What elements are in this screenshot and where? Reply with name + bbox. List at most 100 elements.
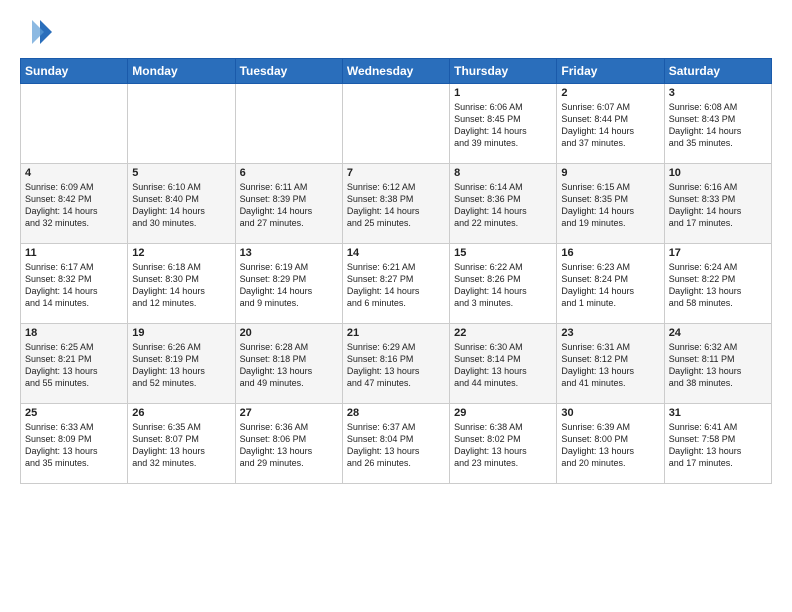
day-number: 27 [240,407,338,419]
day-number: 3 [669,87,767,99]
day-number: 8 [454,167,552,179]
calendar-week-row: 11 Sunrise: 6:17 AM Sunset: 8:32 PM Dayli… [21,244,772,324]
day-info: Sunrise: 6:09 AM Sunset: 8:42 PM Dayligh… [25,181,123,230]
day-number: 12 [132,247,230,259]
day-number: 4 [25,167,123,179]
calendar-cell [235,84,342,164]
day-info: Sunrise: 6:30 AM Sunset: 8:14 PM Dayligh… [454,341,552,390]
calendar-week-row: 1 Sunrise: 6:06 AM Sunset: 8:45 PM Daylig… [21,84,772,164]
calendar-cell: 7 Sunrise: 6:12 AM Sunset: 8:38 PM Daylig… [342,164,449,244]
day-number: 19 [132,327,230,339]
calendar-cell: 25 Sunrise: 6:33 AM Sunset: 8:09 PM Dayli… [21,404,128,484]
day-info: Sunrise: 6:22 AM Sunset: 8:26 PM Dayligh… [454,261,552,310]
day-info: Sunrise: 6:25 AM Sunset: 8:21 PM Dayligh… [25,341,123,390]
calendar-cell: 3 Sunrise: 6:08 AM Sunset: 8:43 PM Daylig… [664,84,771,164]
day-info: Sunrise: 6:15 AM Sunset: 8:35 PM Dayligh… [561,181,659,230]
calendar-cell: 28 Sunrise: 6:37 AM Sunset: 8:04 PM Dayli… [342,404,449,484]
day-info: Sunrise: 6:33 AM Sunset: 8:09 PM Dayligh… [25,421,123,470]
day-info: Sunrise: 6:28 AM Sunset: 8:18 PM Dayligh… [240,341,338,390]
day-number: 29 [454,407,552,419]
day-info: Sunrise: 6:29 AM Sunset: 8:16 PM Dayligh… [347,341,445,390]
day-number: 16 [561,247,659,259]
calendar-cell: 11 Sunrise: 6:17 AM Sunset: 8:32 PM Dayli… [21,244,128,324]
day-number: 1 [454,87,552,99]
day-info: Sunrise: 6:06 AM Sunset: 8:45 PM Dayligh… [454,101,552,150]
day-number: 11 [25,247,123,259]
day-info: Sunrise: 6:14 AM Sunset: 8:36 PM Dayligh… [454,181,552,230]
calendar-cell: 16 Sunrise: 6:23 AM Sunset: 8:24 PM Dayli… [557,244,664,324]
calendar-cell: 24Sunrise: 6:32 AM Sunset: 8:11 PM Dayli… [664,324,771,404]
calendar-cell: 4 Sunrise: 6:09 AM Sunset: 8:42 PM Daylig… [21,164,128,244]
day-number: 26 [132,407,230,419]
day-info: Sunrise: 6:37 AM Sunset: 8:04 PM Dayligh… [347,421,445,470]
day-number: 21 [347,327,445,339]
calendar-cell: 29 Sunrise: 6:38 AM Sunset: 8:02 PM Dayli… [450,404,557,484]
calendar-cell: 2Sunrise: 6:07 AM Sunset: 8:44 PM Daylig… [557,84,664,164]
calendar-cell: 26 Sunrise: 6:35 AM Sunset: 8:07 PM Dayli… [128,404,235,484]
calendar-cell: 31 Sunrise: 6:41 AM Sunset: 7:58 PM Dayli… [664,404,771,484]
calendar-week-row: 25 Sunrise: 6:33 AM Sunset: 8:09 PM Dayli… [21,404,772,484]
calendar-cell: 10 Sunrise: 6:16 AM Sunset: 8:33 PM Dayli… [664,164,771,244]
day-info: Sunrise: 6:39 AM Sunset: 8:00 PM Dayligh… [561,421,659,470]
day-number: 15 [454,247,552,259]
calendar-day-header: Wednesday [342,59,449,84]
day-info: Sunrise: 6:18 AM Sunset: 8:30 PM Dayligh… [132,261,230,310]
calendar-day-header: Tuesday [235,59,342,84]
logo [20,16,56,48]
day-number: 14 [347,247,445,259]
day-info: Sunrise: 6:23 AM Sunset: 8:24 PM Dayligh… [561,261,659,310]
day-info: Sunrise: 6:16 AM Sunset: 8:33 PM Dayligh… [669,181,767,230]
day-info: Sunrise: 6:17 AM Sunset: 8:32 PM Dayligh… [25,261,123,310]
calendar-cell [342,84,449,164]
day-number: 28 [347,407,445,419]
calendar-header-row: SundayMondayTuesdayWednesdayThursdayFrid… [21,59,772,84]
day-info: Sunrise: 6:08 AM Sunset: 8:43 PM Dayligh… [669,101,767,150]
calendar-cell: 5 Sunrise: 6:10 AM Sunset: 8:40 PM Daylig… [128,164,235,244]
calendar-cell: 23 Sunrise: 6:31 AM Sunset: 8:12 PM Dayli… [557,324,664,404]
day-info: Sunrise: 6:12 AM Sunset: 8:38 PM Dayligh… [347,181,445,230]
calendar-cell [128,84,235,164]
calendar-day-header: Monday [128,59,235,84]
day-number: 13 [240,247,338,259]
day-number: 10 [669,167,767,179]
day-info: Sunrise: 6:21 AM Sunset: 8:27 PM Dayligh… [347,261,445,310]
day-number: 9 [561,167,659,179]
day-info: Sunrise: 6:10 AM Sunset: 8:40 PM Dayligh… [132,181,230,230]
calendar-cell: 22 Sunrise: 6:30 AM Sunset: 8:14 PM Dayli… [450,324,557,404]
day-number: 22 [454,327,552,339]
day-number: 7 [347,167,445,179]
calendar-cell: 21 Sunrise: 6:29 AM Sunset: 8:16 PM Dayli… [342,324,449,404]
day-number: 30 [561,407,659,419]
calendar-cell: 15 Sunrise: 6:22 AM Sunset: 8:26 PM Dayli… [450,244,557,324]
calendar-cell: 18 Sunrise: 6:25 AM Sunset: 8:21 PM Dayli… [21,324,128,404]
day-info: Sunrise: 6:24 AM Sunset: 8:22 PM Dayligh… [669,261,767,310]
day-number: 25 [25,407,123,419]
day-info: Sunrise: 6:31 AM Sunset: 8:12 PM Dayligh… [561,341,659,390]
day-number: 23 [561,327,659,339]
day-info: Sunrise: 6:35 AM Sunset: 8:07 PM Dayligh… [132,421,230,470]
calendar-cell: 6Sunrise: 6:11 AM Sunset: 8:39 PM Daylig… [235,164,342,244]
calendar-cell: 13 Sunrise: 6:19 AM Sunset: 8:29 PM Dayli… [235,244,342,324]
day-number: 18 [25,327,123,339]
calendar-cell: 9 Sunrise: 6:15 AM Sunset: 8:35 PM Daylig… [557,164,664,244]
header [20,16,772,48]
calendar-cell: 14 Sunrise: 6:21 AM Sunset: 8:27 PM Dayli… [342,244,449,324]
calendar-day-header: Thursday [450,59,557,84]
calendar-cell: 1 Sunrise: 6:06 AM Sunset: 8:45 PM Daylig… [450,84,557,164]
day-info: Sunrise: 6:36 AM Sunset: 8:06 PM Dayligh… [240,421,338,470]
day-info: Sunrise: 6:19 AM Sunset: 8:29 PM Dayligh… [240,261,338,310]
day-info: Sunrise: 6:26 AM Sunset: 8:19 PM Dayligh… [132,341,230,390]
day-number: 5 [132,167,230,179]
page: SundayMondayTuesdayWednesdayThursdayFrid… [0,0,792,494]
day-number: 24 [669,327,767,339]
calendar-cell: 20Sunrise: 6:28 AM Sunset: 8:18 PM Dayli… [235,324,342,404]
calendar-day-header: Friday [557,59,664,84]
day-info: Sunrise: 6:38 AM Sunset: 8:02 PM Dayligh… [454,421,552,470]
calendar-cell: 8 Sunrise: 6:14 AM Sunset: 8:36 PM Daylig… [450,164,557,244]
day-number: 31 [669,407,767,419]
day-info: Sunrise: 6:41 AM Sunset: 7:58 PM Dayligh… [669,421,767,470]
calendar-day-header: Saturday [664,59,771,84]
day-number: 6 [240,167,338,179]
day-number: 17 [669,247,767,259]
calendar-cell: 30 Sunrise: 6:39 AM Sunset: 8:00 PM Dayli… [557,404,664,484]
